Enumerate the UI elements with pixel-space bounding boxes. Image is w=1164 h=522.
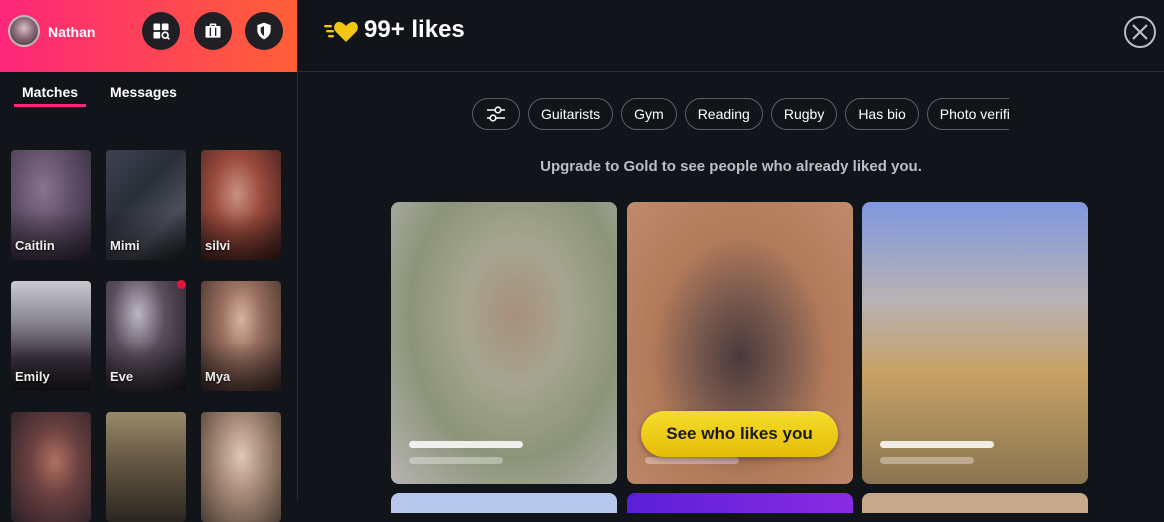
filter-settings-button[interactable] bbox=[472, 98, 520, 130]
blurred-detail-bar bbox=[880, 457, 974, 464]
likes-topbar: 99+ likes bbox=[298, 0, 1164, 72]
filter-chips: Guitarists Gym Reading Rugby Has bio Pho… bbox=[472, 98, 1009, 130]
match-card[interactable]: Caitlin bbox=[11, 150, 91, 260]
unread-dot bbox=[177, 280, 186, 289]
sidebar-tabs: Matches Messages bbox=[14, 84, 179, 107]
match-name: Mya bbox=[205, 369, 231, 384]
blurred-name-bar bbox=[409, 441, 523, 448]
tab-matches[interactable]: Matches bbox=[14, 84, 87, 107]
tab-messages[interactable]: Messages bbox=[108, 84, 179, 107]
match-card[interactable]: Mya bbox=[201, 281, 281, 391]
avatar[interactable] bbox=[8, 15, 40, 47]
safety-button[interactable] bbox=[245, 12, 283, 50]
filter-chip-has-bio[interactable]: Has bio bbox=[845, 98, 919, 130]
shield-icon bbox=[257, 22, 271, 40]
match-card[interactable] bbox=[201, 412, 281, 522]
filter-chip-reading[interactable]: Reading bbox=[684, 98, 763, 130]
match-name: silvi bbox=[205, 238, 231, 253]
match-card[interactable]: silvi bbox=[201, 150, 281, 260]
filter-chip-photo-verified[interactable]: Photo verified bbox=[926, 98, 1009, 130]
match-name: Caitlin bbox=[15, 238, 55, 253]
match-name: Mimi bbox=[110, 238, 140, 253]
match-card[interactable]: Emily bbox=[11, 281, 91, 391]
match-card[interactable] bbox=[106, 412, 186, 522]
blurred-detail-bar bbox=[645, 457, 739, 464]
sidebar-header: Nathan bbox=[0, 0, 297, 72]
username[interactable]: Nathan bbox=[48, 24, 95, 40]
filter-chip-rugby[interactable]: Rugby bbox=[770, 98, 838, 130]
likes-heart-icon bbox=[324, 21, 358, 42]
matches-grid: Caitlin Mimi silvi Emily Eve Mya bbox=[11, 150, 281, 522]
sliders-icon bbox=[487, 106, 505, 122]
sidebar: Nathan Matches Messages Caitlin Mimi sil… bbox=[0, 0, 298, 522]
close-button[interactable] bbox=[1124, 16, 1156, 48]
briefcase-icon bbox=[205, 23, 221, 38]
like-card[interactable] bbox=[391, 202, 617, 484]
blurred-detail-bar bbox=[409, 457, 503, 464]
likes-title: 99+ likes bbox=[364, 16, 465, 43]
like-card-peek[interactable] bbox=[391, 493, 617, 513]
like-card[interactable] bbox=[862, 202, 1088, 484]
match-name: Eve bbox=[110, 369, 134, 384]
match-card[interactable]: Eve bbox=[106, 280, 186, 391]
likes-panel: 99+ likes Guitarists Gym Reading Rugby H… bbox=[298, 0, 1164, 513]
match-name: Emily bbox=[15, 369, 50, 384]
see-who-likes-you-button[interactable]: See who likes you bbox=[641, 411, 838, 457]
explore-icon bbox=[153, 23, 170, 40]
close-icon bbox=[1132, 24, 1148, 40]
explore-button[interactable] bbox=[142, 12, 180, 50]
filter-chip-guitarists[interactable]: Guitarists bbox=[528, 98, 614, 130]
like-card-peek[interactable] bbox=[627, 493, 853, 513]
like-card-peek[interactable] bbox=[862, 493, 1088, 513]
upgrade-message: Upgrade to Gold to see people who alread… bbox=[540, 158, 922, 175]
match-card[interactable]: Mimi bbox=[106, 150, 186, 260]
blurred-name-bar bbox=[880, 441, 994, 448]
filter-chip-gym[interactable]: Gym bbox=[621, 98, 677, 130]
briefcase-button[interactable] bbox=[194, 12, 232, 50]
match-card[interactable] bbox=[11, 412, 91, 522]
